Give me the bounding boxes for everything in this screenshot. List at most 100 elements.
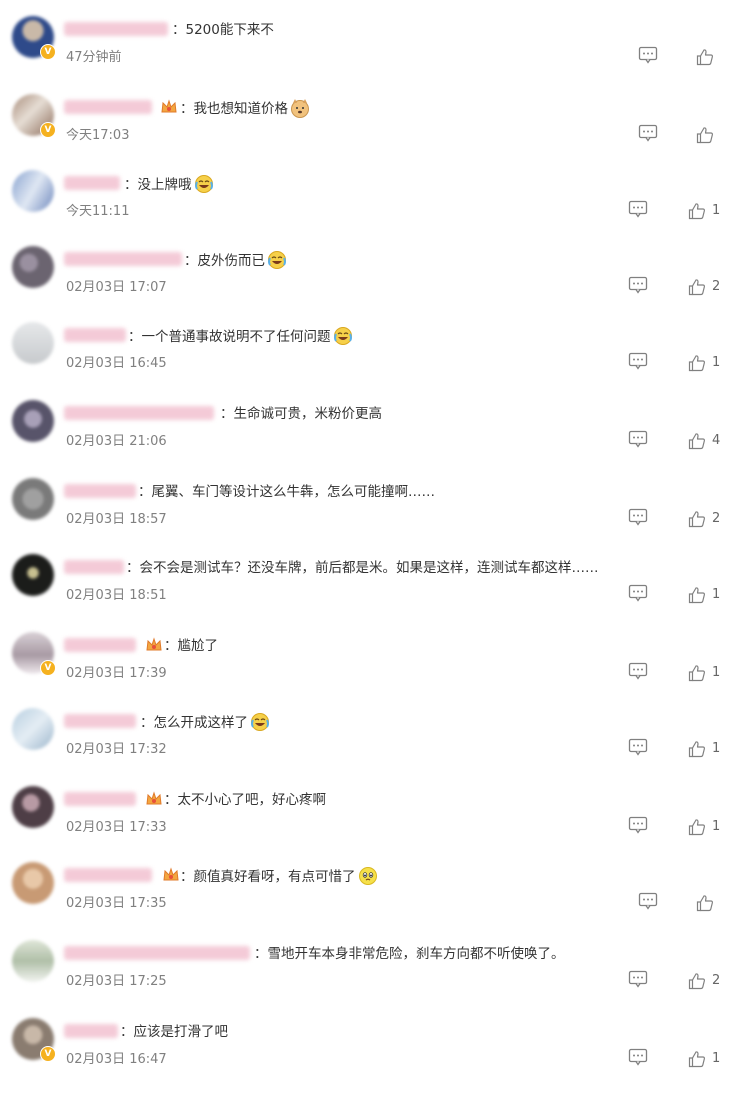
blurred-username[interactable]	[64, 22, 168, 36]
comment-reply-icon[interactable]	[638, 124, 658, 142]
avatar[interactable]	[12, 322, 54, 364]
comment-text: ：5200能下来不	[172, 22, 274, 38]
timestamp: 02月03日 16:45	[66, 356, 167, 371]
comment-text: ：颜值真好看呀，有点可惜了	[180, 866, 378, 887]
laugh-cry-emoji-icon	[194, 175, 213, 193]
comment-reply-icon[interactable]	[628, 816, 648, 834]
thumbs-up-icon	[696, 48, 714, 66]
comment-text: ：我也想知道价格	[180, 98, 310, 119]
thumbs-up-icon	[688, 278, 706, 296]
avatar[interactable]	[12, 940, 54, 982]
like-button[interactable]: 2	[688, 508, 720, 528]
avatar[interactable]	[12, 246, 54, 288]
comment-reply-icon[interactable]	[638, 46, 658, 64]
comment-text: ：会不会是测试车？还没车牌，前后都是米。如果是这样，连测试车都这样……	[126, 560, 599, 576]
verified-badge-icon: V	[40, 1046, 56, 1062]
blurred-username[interactable]	[64, 484, 136, 498]
comment-item: V ：5200能下来不 47分钟前	[0, 16, 740, 92]
blurred-username[interactable]	[64, 252, 182, 266]
like-button[interactable]: 2	[688, 276, 720, 296]
like-button[interactable]	[696, 892, 714, 912]
blurred-username[interactable]	[64, 1024, 118, 1038]
comment-list: V ：5200能下来不 47分钟前 V ：我也想知道价格 今天17:03 ：没上…	[0, 0, 740, 1078]
thumbs-up-icon	[688, 818, 706, 836]
comment-reply-icon[interactable]	[638, 892, 658, 910]
laugh-cry-emoji-icon	[268, 251, 286, 269]
like-button[interactable]: 2	[688, 970, 720, 990]
like-button[interactable]	[696, 124, 714, 144]
timestamp: 02月03日 17:35	[66, 896, 167, 911]
avatar[interactable]	[12, 400, 54, 442]
like-button[interactable]	[696, 46, 714, 66]
blurred-username[interactable]	[64, 560, 124, 574]
comment-reply-icon[interactable]	[628, 276, 648, 294]
comment-reply-icon[interactable]	[628, 200, 648, 218]
like-button[interactable]: 1	[688, 200, 720, 220]
verified-badge-icon: V	[40, 44, 56, 60]
comment-reply-icon[interactable]	[628, 1048, 648, 1066]
like-button[interactable]: 1	[688, 1048, 720, 1068]
comment-text: ：皮外伤而已	[184, 250, 287, 271]
comment-reply-icon[interactable]	[628, 970, 648, 988]
timestamp: 02月03日 21:06	[66, 434, 167, 449]
thumbs-up-icon	[688, 586, 706, 604]
blurred-username[interactable]	[64, 868, 152, 882]
comment-reply-icon[interactable]	[628, 430, 648, 448]
comment-reply-icon[interactable]	[628, 738, 648, 756]
like-button[interactable]: 1	[688, 738, 720, 758]
timestamp: 02月03日 17:39	[66, 666, 167, 681]
avatar[interactable]	[12, 786, 54, 828]
timestamp: 02月03日 17:32	[66, 742, 167, 757]
like-count: 2	[712, 511, 721, 526]
comment-text: ：尴尬了	[164, 638, 218, 654]
thumbs-up-icon	[688, 972, 706, 990]
avatar[interactable]	[12, 170, 54, 212]
thumbs-up-icon	[688, 1050, 706, 1068]
like-count: 2	[712, 973, 721, 988]
timestamp: 02月03日 18:51	[66, 588, 167, 603]
thumbs-up-icon	[688, 432, 706, 450]
comment-reply-icon[interactable]	[628, 508, 648, 526]
timestamp: 今天11:11	[66, 204, 130, 219]
thumbs-up-icon	[688, 354, 706, 372]
thumbs-up-icon	[688, 202, 706, 220]
comment-item: ：颜值真好看呀，有点可惜了 02月03日 17:35	[0, 862, 740, 938]
like-button[interactable]: 1	[688, 662, 720, 682]
thumbs-up-icon	[688, 510, 706, 528]
blurred-username[interactable]	[64, 406, 214, 420]
like-button[interactable]: 1	[688, 584, 720, 604]
thumbs-up-icon	[696, 894, 714, 912]
comment-reply-icon[interactable]	[628, 352, 648, 370]
doge-emoji-icon	[291, 99, 309, 118]
comment-reply-icon[interactable]	[628, 662, 648, 680]
crown-icon	[161, 99, 177, 113]
avatar[interactable]	[12, 478, 54, 520]
verified-badge-icon: V	[40, 660, 56, 676]
timestamp: 02月03日 17:25	[66, 974, 167, 989]
timestamp: 02月03日 17:07	[66, 280, 167, 295]
blurred-username[interactable]	[64, 714, 136, 728]
comment-item: V ：我也想知道价格 今天17:03	[0, 94, 740, 170]
comment-text: ：尾翼、车门等设计这么牛犇，怎么可能撞啊……	[138, 484, 435, 500]
avatar[interactable]	[12, 708, 54, 750]
like-button[interactable]: 1	[688, 816, 720, 836]
blurred-username[interactable]	[64, 176, 120, 190]
comment-reply-icon[interactable]	[628, 584, 648, 602]
comment-text: ：怎么开成这样了	[140, 712, 270, 733]
like-count: 1	[712, 203, 721, 218]
comment-text: ：生命诚可贵，米粉价更高	[220, 406, 382, 422]
blurred-username[interactable]	[64, 100, 152, 114]
like-count: 1	[712, 741, 721, 756]
avatar[interactable]	[12, 554, 54, 596]
blurred-username[interactable]	[64, 946, 250, 960]
timestamp: 02月03日 18:57	[66, 512, 167, 527]
like-button[interactable]: 4	[688, 430, 720, 450]
like-button[interactable]: 1	[688, 352, 720, 372]
blurred-username[interactable]	[64, 328, 126, 342]
blurred-username[interactable]	[64, 638, 136, 652]
blurred-username[interactable]	[64, 792, 136, 806]
verified-badge-icon: V	[40, 122, 56, 138]
avatar[interactable]	[12, 862, 54, 904]
thumbs-up-icon	[688, 740, 706, 758]
like-count: 1	[712, 355, 721, 370]
